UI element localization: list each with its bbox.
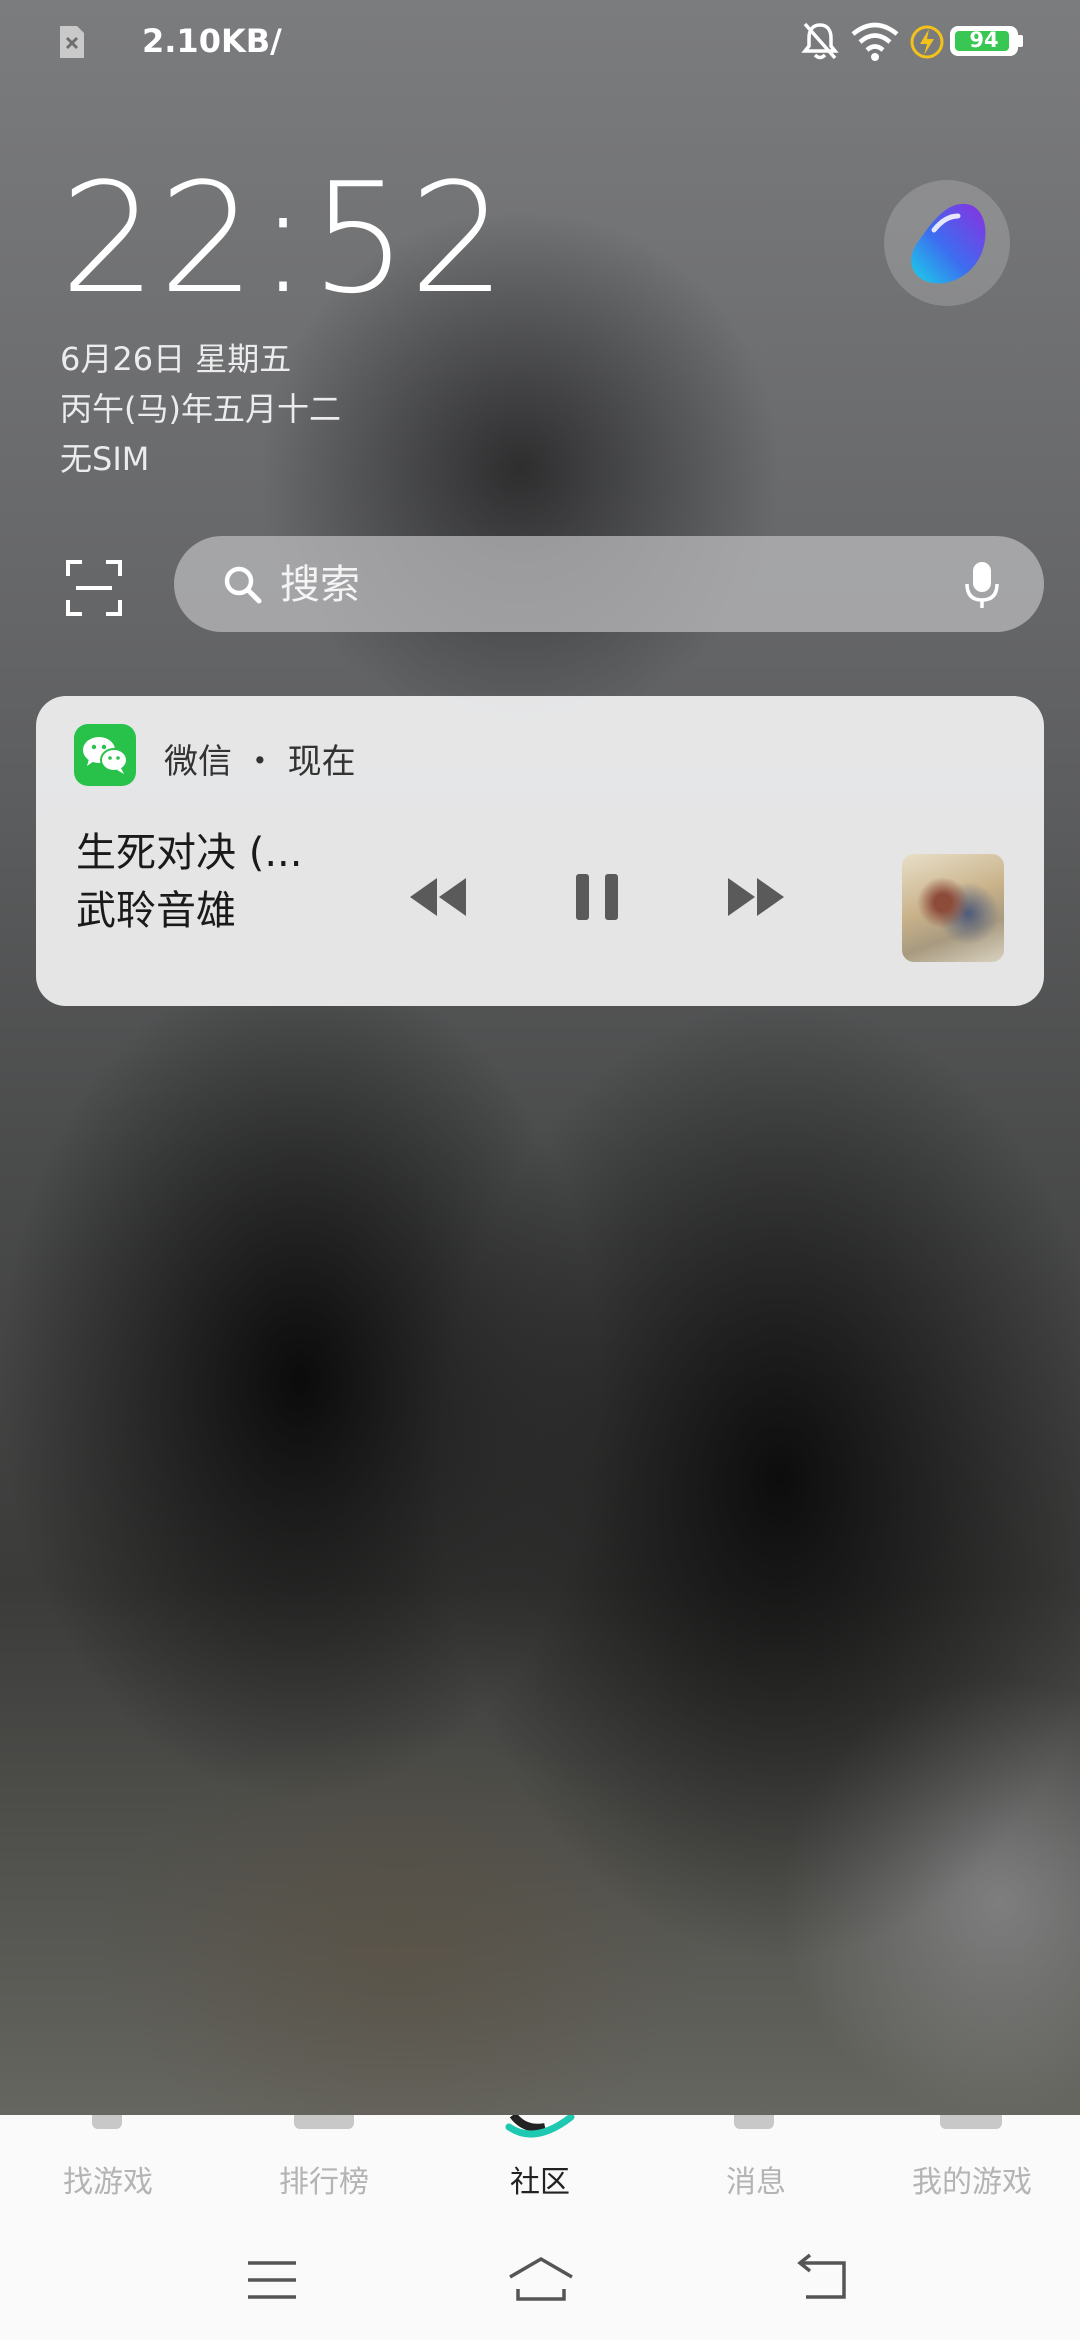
voice-assistant-orb-icon xyxy=(911,203,986,284)
lock-clock: 22:52 xyxy=(60,150,509,327)
search-input[interactable] xyxy=(278,554,902,616)
media-notification[interactable]: 微信 ・ 现在 生死对决 (... 武聆音雄 xyxy=(36,696,1044,1006)
nav-item-my-games[interactable]: 我的游戏 xyxy=(864,2157,1080,2201)
system-navigation-bar xyxy=(0,2225,1080,2340)
back-icon[interactable] xyxy=(796,2253,852,2305)
nav-item-messages[interactable]: 消息 xyxy=(648,2157,864,2201)
nav-item-find-games[interactable]: 找游戏 xyxy=(0,2157,216,2201)
sim-card-off-icon xyxy=(60,26,84,58)
track-title: 生死对决 (... xyxy=(76,830,303,876)
album-art[interactable] xyxy=(902,854,1004,962)
bottom-nav: 找游戏 排行榜 社区 消息 我的游戏 xyxy=(0,2115,1080,2225)
search-icon xyxy=(224,566,262,604)
wechat-logo-icon xyxy=(83,737,128,774)
battery-level: 94 xyxy=(969,28,999,52)
nav-item-rankings[interactable]: 排行榜 xyxy=(216,2157,432,2201)
battery-cap xyxy=(1018,35,1023,47)
charging-bolt-icon xyxy=(910,25,944,59)
voice-assistant-button[interactable] xyxy=(884,180,1010,306)
rewind-icon[interactable] xyxy=(404,862,474,932)
menu-icon[interactable] xyxy=(244,2255,300,2305)
nav-icon-messages xyxy=(734,2115,774,2129)
pause-icon[interactable] xyxy=(562,862,632,932)
fast-forward-icon[interactable] xyxy=(720,862,790,932)
scan-icon[interactable] xyxy=(66,560,122,616)
sim-status-text: 无SIM xyxy=(60,440,150,478)
meta-separator: ・ xyxy=(242,742,277,782)
nav-item-community[interactable]: 社区 xyxy=(432,2157,648,2201)
notification-time: 现在 xyxy=(287,742,356,782)
notification-header: 微信 ・ 现在 xyxy=(164,734,356,783)
nav-icon-rankings xyxy=(294,2115,354,2129)
search-bar[interactable] xyxy=(174,536,1044,632)
network-speed: 2.10KB/ xyxy=(142,22,282,60)
nav-icon-my-games xyxy=(940,2115,1002,2129)
date-text: 6月26日 星期五 xyxy=(60,340,292,378)
home-icon[interactable] xyxy=(506,2253,576,2305)
battery-indicator: 94 xyxy=(950,26,1018,56)
nav-icon-find-games xyxy=(92,2115,122,2129)
microphone-icon[interactable] xyxy=(964,560,1000,610)
track-artist: 武聆音雄 xyxy=(76,888,236,934)
wifi-icon xyxy=(851,22,899,61)
lunar-date-text: 丙午(马)年五月十二 xyxy=(60,390,341,428)
community-icon xyxy=(505,2115,575,2138)
app-name: 微信 xyxy=(164,742,232,782)
wechat-app-icon xyxy=(74,724,136,786)
status-bar: 2.10KB/ 94 xyxy=(0,0,1080,84)
bell-muted-icon xyxy=(801,22,839,60)
